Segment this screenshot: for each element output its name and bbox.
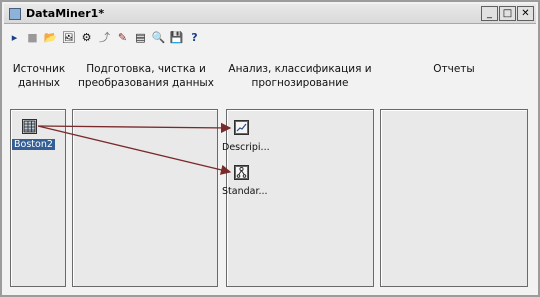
tree-options-icon[interactable]: ⚙: [79, 29, 94, 45]
app-icon: [9, 8, 21, 20]
link-tool-icon[interactable]: ⤴: [97, 29, 112, 45]
run-step-icon[interactable]: ▸: [7, 29, 22, 45]
window-controls: _ □ ✕: [481, 6, 534, 21]
column-header-prep-text: Подготовка, чистка и преобразования данн…: [78, 63, 214, 89]
panel-reports[interactable]: [380, 109, 528, 287]
column-header-source-text: Источник данных: [12, 63, 66, 89]
column-header-reports-text: Отчеты: [433, 63, 475, 75]
column-header-analysis: Анализ, классификация и прогнозирование: [222, 62, 378, 90]
app-window: DataMiner1* _ □ ✕ ▸ ■ 📂 🖼 ⚙ ⤴ ✎ ▤ 🔍 💾 ? …: [0, 0, 540, 297]
column-header-analysis-text: Анализ, классификация и прогнозирование: [228, 63, 372, 89]
tree-model-icon[interactable]: [234, 165, 249, 180]
close-button[interactable]: ✕: [517, 6, 534, 21]
toolbar: ▸ ■ 📂 🖼 ⚙ ⤴ ✎ ▤ 🔍 💾 ?: [4, 26, 536, 48]
node-label-standard[interactable]: Standar...: [222, 186, 268, 197]
panel-source[interactable]: [10, 109, 66, 287]
column-header-prep: Подготовка, чистка и преобразования данн…: [70, 62, 222, 90]
node-label-descriptive[interactable]: Descripi...: [222, 142, 270, 153]
title-bar[interactable]: DataMiner1* _ □ ✕: [4, 4, 536, 24]
data-table-icon[interactable]: [22, 119, 37, 134]
help-icon[interactable]: ?: [187, 29, 202, 45]
save-icon[interactable]: 💾: [169, 29, 184, 45]
image-view-icon[interactable]: 🖼: [61, 29, 76, 45]
window-title: DataMiner1*: [26, 7, 105, 20]
bookmark-icon[interactable]: ▤: [133, 29, 148, 45]
node-label-source[interactable]: Boston2: [12, 139, 55, 150]
panel-analysis[interactable]: [226, 109, 374, 287]
chart-icon[interactable]: [234, 120, 249, 135]
column-header-reports: Отчеты: [380, 62, 528, 76]
maximize-button[interactable]: □: [499, 6, 516, 21]
panel-prep[interactable]: [72, 109, 218, 287]
open-folder-icon[interactable]: 📂: [43, 29, 58, 45]
annotate-icon[interactable]: ✎: [115, 29, 130, 45]
column-header-source: Источник данных: [8, 62, 70, 90]
stop-icon[interactable]: ■: [25, 29, 40, 45]
zoom-icon[interactable]: 🔍: [151, 29, 166, 45]
minimize-button[interactable]: _: [481, 6, 498, 21]
